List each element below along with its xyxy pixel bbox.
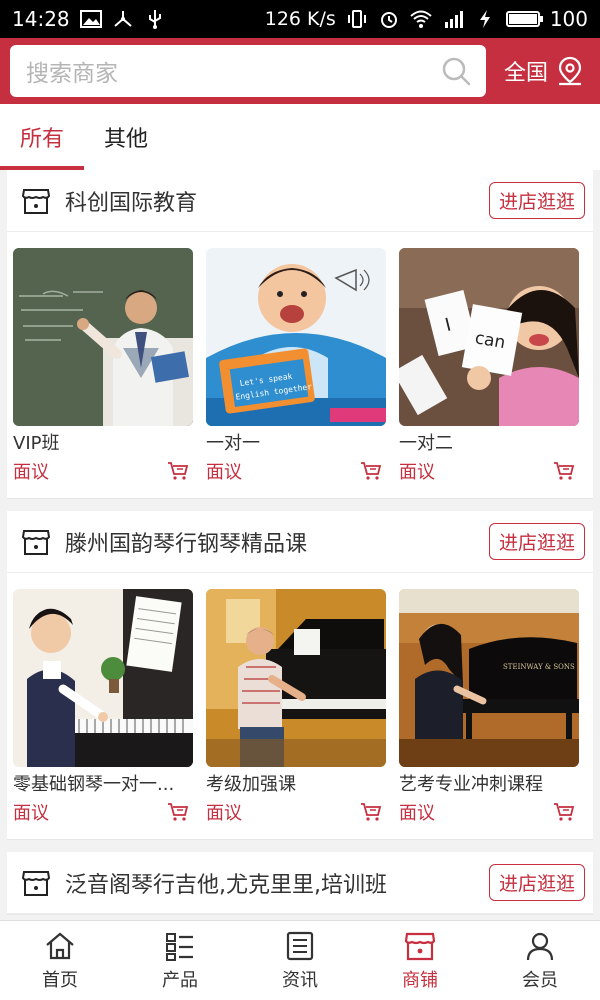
charging-icon [474, 9, 496, 29]
visit-store-button[interactable]: 进店逛逛 [488, 523, 585, 560]
cart-icon[interactable] [167, 461, 189, 481]
product-name: VIP班 [13, 433, 60, 454]
store-name: 泛音阁琴行吉他,尤克里里,培训班 [65, 872, 387, 898]
product-price: 面议 [399, 803, 435, 824]
visit-store-button[interactable]: 进店逛逛 [488, 182, 585, 219]
product-row: 零基础钢琴一对一... 面议 考级加强课 面议 STEINWAY & SONS … [7, 573, 593, 839]
product-name: 考级加强课 [206, 774, 296, 795]
search-bar[interactable]: 搜索商家 [10, 45, 486, 97]
shop-icon [21, 870, 51, 896]
store-name: 科创国际教育 [65, 190, 198, 216]
product-image-child-reading[interactable]: Let's speak English together [206, 248, 386, 426]
search-icon[interactable] [440, 55, 472, 87]
product-image-man-piano[interactable] [206, 589, 386, 767]
store-header[interactable]: 泛音阁琴行吉他,尤克里里,培训班 进店逛逛 [7, 852, 593, 914]
store-card: 泛音阁琴行吉他,尤克里里,培训班 进店逛逛 [7, 852, 593, 915]
home-icon [46, 932, 74, 959]
nav-label: 产品 [162, 969, 198, 991]
product-name: 艺考专业冲刺课程 [399, 774, 543, 795]
product-name: 一对二 [399, 433, 453, 454]
cart-icon[interactable] [360, 802, 382, 822]
wifi-icon [410, 9, 432, 29]
product-price: 面议 [13, 462, 49, 483]
shop-icon [404, 932, 436, 960]
tab-all[interactable]: 所有 [0, 104, 84, 170]
store-list[interactable]: 科创国际教育 进店逛逛 VIP班 面议 Let's speak English … [0, 170, 600, 920]
store-card: 科创国际教育 进店逛逛 VIP班 面议 Let's speak English … [7, 170, 593, 499]
battery-icon [505, 11, 543, 27]
store-card: 滕州国韵琴行钢琴精品课 进店逛逛 零基础钢琴一对一... 面议 考级加强课 面议… [7, 511, 593, 840]
share-notification-icon [112, 9, 134, 29]
product-row: VIP班 面议 Let's speak English together 一对一… [7, 232, 593, 498]
status-bar: 14:28 126 K/s 100 [0, 0, 600, 38]
app-header: 搜索商家 全国 [0, 38, 600, 104]
alarm-icon [378, 9, 400, 29]
cart-icon[interactable] [360, 461, 382, 481]
product-card[interactable]: STEINWAY & SONS 艺考专业冲刺课程 面议 [399, 589, 579, 825]
battery-level: 100 [549, 7, 588, 31]
piano-brand-text: STEINWAY & SONS [503, 663, 575, 671]
store-name: 滕州国韵琴行钢琴精品课 [65, 531, 308, 557]
user-icon [526, 932, 554, 960]
bottom-nav: 首页 产品 资讯 商铺 会员 [0, 920, 600, 1000]
product-price: 面议 [13, 803, 49, 824]
product-card[interactable]: Let's speak English together 一对一 面议 [206, 248, 386, 484]
shop-icon [21, 188, 51, 214]
usb-icon [144, 9, 166, 29]
region-selector[interactable]: 全国 [504, 55, 590, 87]
cart-icon[interactable] [553, 461, 575, 481]
product-image-grand-piano[interactable]: STEINWAY & SONS [399, 589, 579, 767]
location-pin-icon [558, 56, 582, 86]
nav-news[interactable]: 资讯 [240, 921, 360, 1000]
nav-label: 会员 [522, 969, 558, 991]
store-header[interactable]: 科创国际教育 进店逛逛 [7, 170, 593, 232]
nav-member[interactable]: 会员 [480, 921, 600, 1000]
product-image-girl-piano[interactable] [13, 589, 193, 767]
search-input[interactable]: 搜索商家 [26, 54, 440, 88]
product-price: 面议 [206, 803, 242, 824]
image-notification-icon [79, 9, 102, 29]
product-card[interactable]: VIP班 面议 [13, 248, 193, 484]
product-price: 面议 [206, 462, 242, 483]
network-speed: 126 K/s [264, 8, 336, 30]
category-tabs: 所有 其他 [0, 104, 600, 170]
tab-other[interactable]: 其他 [84, 104, 168, 170]
nav-shops[interactable]: 商铺 [360, 921, 480, 1000]
product-name: 一对一 [206, 433, 260, 454]
shop-icon [21, 529, 51, 555]
nav-home[interactable]: 首页 [0, 921, 120, 1000]
product-name: 零基础钢琴一对一... [13, 774, 175, 795]
vibrate-icon [346, 9, 368, 29]
list-icon [166, 932, 193, 961]
status-time: 14:28 [12, 7, 70, 31]
product-price: 面议 [399, 462, 435, 483]
product-card[interactable]: 零基础钢琴一对一... 面议 [13, 589, 193, 825]
product-card[interactable]: 考级加强课 面议 [206, 589, 386, 825]
product-image-flash-cards[interactable]: I can [399, 248, 579, 426]
nav-label: 商铺 [402, 969, 438, 991]
product-image-teacher[interactable] [13, 248, 193, 426]
product-card[interactable]: I can 一对二 面议 [399, 248, 579, 484]
signal-icon [442, 9, 464, 29]
store-header[interactable]: 滕州国韵琴行钢琴精品课 进店逛逛 [7, 511, 593, 573]
news-icon [286, 931, 314, 960]
nav-label: 资讯 [282, 969, 318, 991]
cart-icon[interactable] [167, 802, 189, 822]
cart-icon[interactable] [553, 802, 575, 822]
visit-store-button[interactable]: 进店逛逛 [488, 864, 585, 901]
nav-products[interactable]: 产品 [120, 921, 240, 1000]
nav-label: 首页 [42, 969, 78, 991]
region-label: 全国 [503, 61, 548, 86]
